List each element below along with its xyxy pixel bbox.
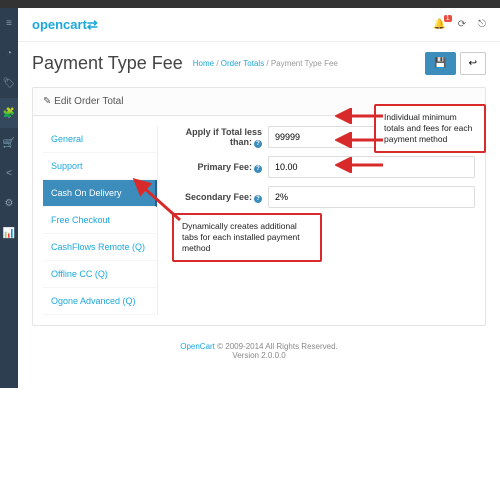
tab-general[interactable]: General [43, 126, 157, 153]
secondary-input[interactable] [268, 186, 475, 208]
breadcrumb: Home / Order Totals / Payment Type Fee [193, 59, 338, 68]
save-button[interactable]: 💾 [425, 52, 455, 75]
tab-cash-on-delivery[interactable]: Cash On Delivery [43, 180, 157, 207]
tab-ogone[interactable]: Ogone Advanced (Q) [43, 288, 157, 315]
back-button[interactable]: ↩ [460, 52, 486, 75]
tag-icon[interactable]: 🏷 [0, 68, 18, 98]
logout-icon[interactable]: ⎋ [478, 19, 486, 30]
refresh-icon[interactable]: ⟳ [458, 19, 466, 30]
menu-icon[interactable]: ≡ [0, 8, 18, 38]
apply-label: Apply if Total less than:? [168, 127, 268, 148]
footer-link[interactable]: OpenCart [180, 342, 215, 351]
cart-icon[interactable]: 🛒 [0, 128, 18, 158]
primary-label: Primary Fee:? [168, 162, 268, 173]
tab-free-checkout[interactable]: Free Checkout [43, 207, 157, 234]
admin-sidebar: ≡ ◔ 🏷 🧩 🛒 < ⚙ 📊 [0, 8, 18, 388]
help-icon[interactable]: ? [254, 140, 262, 148]
callout-fees: Individual minimum totals and fees for e… [374, 104, 486, 153]
tab-cashflows[interactable]: CashFlows Remote (Q) [43, 234, 157, 261]
tab-support[interactable]: Support [43, 153, 157, 180]
page-header: Payment Type Fee Home / Order Totals / P… [18, 42, 500, 81]
notifications-icon[interactable]: 🔔1 [433, 19, 445, 30]
help-icon[interactable]: ? [254, 195, 262, 203]
primary-input[interactable] [268, 156, 475, 178]
version-text: Version 2.0.0.0 [232, 351, 285, 360]
share-icon[interactable]: < [0, 158, 18, 188]
secondary-label: Secondary Fee:? [168, 192, 268, 203]
breadcrumb-parent[interactable]: Order Totals [221, 59, 264, 68]
top-header: opencart⇄ 🔔1 ⟳ ⎋ [18, 8, 500, 42]
chart-icon[interactable]: 📊 [0, 218, 18, 248]
notification-badge: 1 [444, 15, 452, 22]
footer: OpenCart © 2009-2014 All Rights Reserved… [18, 342, 500, 360]
extensions-icon[interactable]: 🧩 [0, 98, 18, 128]
logo: opencart⇄ [32, 17, 98, 33]
breadcrumb-home[interactable]: Home [193, 59, 214, 68]
page-title: Payment Type Fee [32, 53, 183, 74]
breadcrumb-current: Payment Type Fee [271, 59, 338, 68]
callout-tabs: Dynamically creates additional tabs for … [172, 213, 322, 262]
window-titlebar [0, 0, 500, 8]
help-icon[interactable]: ? [254, 165, 262, 173]
gear-icon[interactable]: ⚙ [0, 188, 18, 218]
payment-tabs: General Support Cash On Delivery Free Ch… [43, 126, 158, 315]
tab-offline-cc[interactable]: Offline CC (Q) [43, 261, 157, 288]
dashboard-icon[interactable]: ◔ [0, 38, 18, 68]
